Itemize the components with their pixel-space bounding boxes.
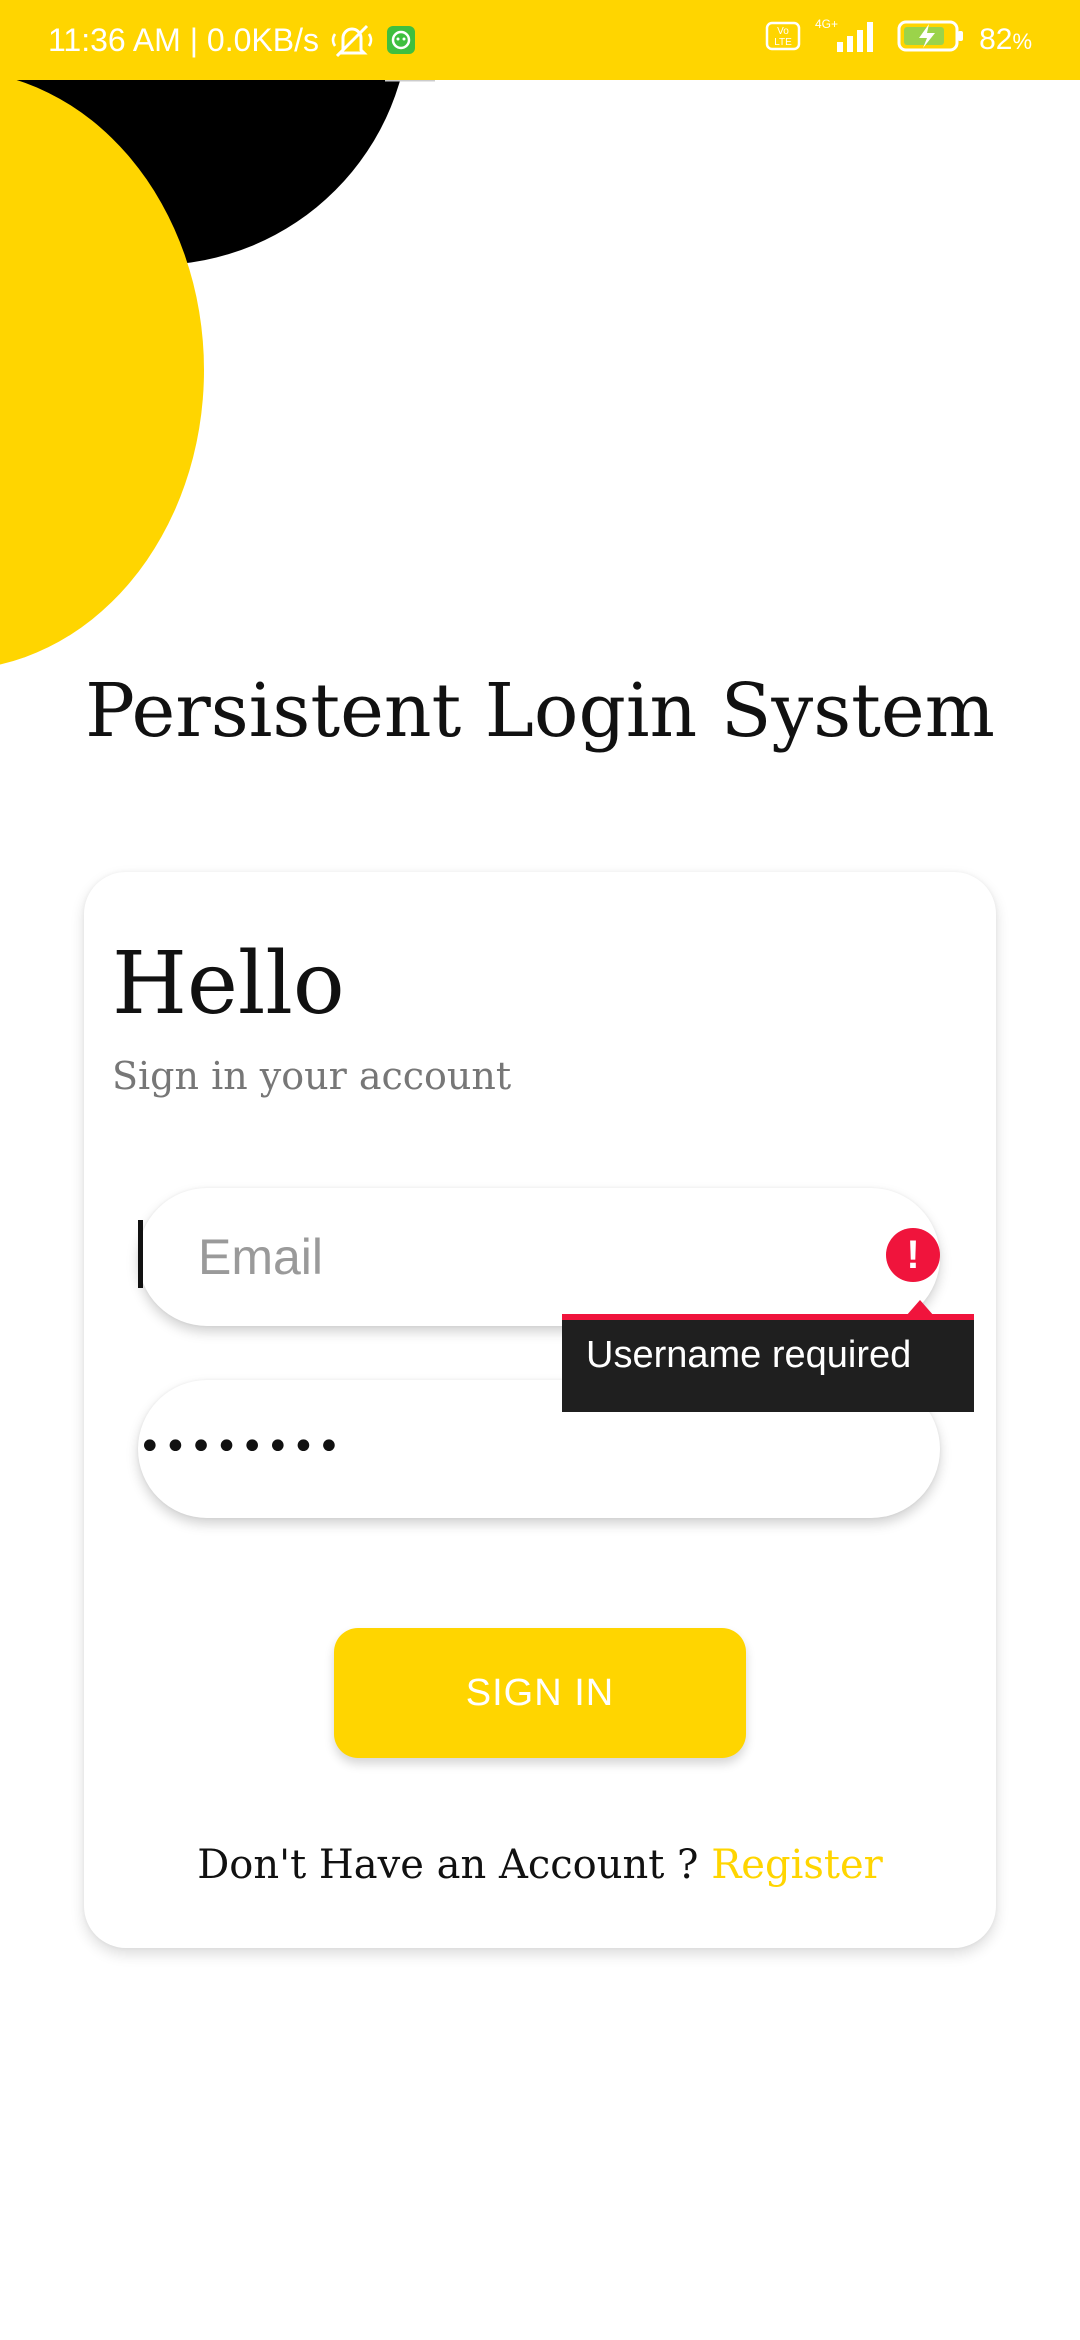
network-badge: 4G+: [815, 17, 838, 31]
error-icon[interactable]: !: [886, 1228, 940, 1282]
status-left: 11:36 AM | 0.0KB/s: [48, 0, 417, 80]
battery-percent-value: 82: [979, 23, 1013, 56]
password-value: ••••••••: [138, 1424, 343, 1470]
app-notification-icon: [385, 24, 417, 56]
battery-charging-icon: [897, 18, 965, 62]
card-heading: Hello: [112, 934, 345, 1034]
sign-in-button[interactable]: SIGN IN: [334, 1628, 746, 1758]
app-title: Persistent Login System: [85, 668, 995, 754]
register-prompt: Don't Have an Account ? Register: [0, 1842, 1080, 1888]
decorative-shapes: [0, 80, 1080, 680]
battery-percent-unit: %: [1012, 29, 1032, 54]
battery-percent: 82%: [979, 23, 1032, 57]
register-prompt-text: Don't Have an Account ?: [197, 1842, 712, 1888]
status-time-network: 11:36 AM | 0.0KB/s: [48, 21, 319, 58]
error-tooltip-text: Username required: [586, 1334, 912, 1376]
card-subheading: Sign in your account: [112, 1054, 512, 1098]
status-right: Vo LTE 4G+ 82%: [765, 0, 1032, 80]
error-tooltip: Username required: [562, 1314, 974, 1412]
status-bar: 11:36 AM | 0.0KB/s Vo LTE 4G+ 82%: [0, 0, 1080, 80]
volte-icon: Vo LTE: [765, 20, 801, 60]
register-link[interactable]: Register: [711, 1842, 883, 1888]
svg-text:Vo: Vo: [777, 26, 789, 37]
email-placeholder: Email: [198, 1229, 324, 1285]
mute-icon: [329, 20, 375, 60]
svg-text:LTE: LTE: [774, 37, 792, 48]
signal-icon: 4G+: [815, 16, 883, 64]
text-cursor: [138, 1220, 143, 1288]
